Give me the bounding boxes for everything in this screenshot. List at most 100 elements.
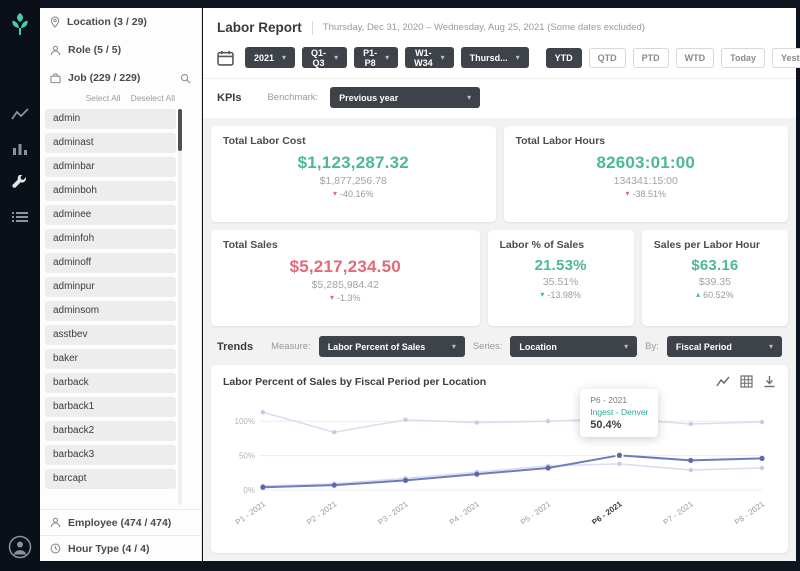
- trend-chart-svg[interactable]: 0%50%100%P1 - 2021P2 - 2021P3 - 2021P4 -…: [223, 396, 776, 524]
- job-item[interactable]: barback2: [45, 421, 176, 441]
- date-dropdown[interactable]: Q1-Q3▾: [302, 47, 347, 68]
- kpi-card-total-labor-hours: Total Labor Hours 82603:01:00 134341:15:…: [504, 126, 789, 222]
- date-dropdown[interactable]: 2021▾: [245, 47, 295, 68]
- kpi-delta: ▾ -38.51%: [625, 189, 666, 199]
- line-chart-nav-icon[interactable]: [9, 105, 31, 123]
- kpi-delta: ▾ -13.98%: [540, 290, 581, 300]
- job-item[interactable]: adminfoh: [45, 229, 176, 249]
- date-range-text: Thursday, Dec 31, 2020 – Wednesday, Aug …: [323, 22, 645, 33]
- kpi-value: $63.16: [691, 257, 738, 274]
- chevron-down-icon: ▾: [769, 342, 773, 351]
- chevron-down-icon: ▾: [385, 53, 389, 62]
- chart-table-view-icon[interactable]: [740, 375, 753, 388]
- bar-chart-nav-icon[interactable]: [10, 139, 30, 157]
- chart-download-icon[interactable]: [763, 375, 776, 388]
- period-toggle-ytd[interactable]: YTD: [546, 48, 582, 68]
- kpi-title: Labor % of Sales: [500, 239, 585, 251]
- job-item[interactable]: admin: [45, 109, 176, 129]
- chart-line-view-icon[interactable]: [716, 375, 730, 388]
- kpi-delta-text: -38.51%: [632, 189, 666, 199]
- trends-label: Trends: [217, 341, 253, 353]
- user-avatar-icon[interactable]: [8, 535, 32, 559]
- chevron-down-icon: ▾: [467, 93, 471, 102]
- job-item[interactable]: adminbar: [45, 157, 176, 177]
- measure-dropdown[interactable]: Labor Percent of Sales ▾: [319, 336, 465, 357]
- by-label: By:: [645, 341, 659, 352]
- calendar-icon[interactable]: [217, 50, 238, 66]
- kpi-card-total-labor-cost: Total Labor Cost $1,123,287.32 $1,877,25…: [211, 126, 496, 222]
- delta-arrow-icon: ▾: [540, 291, 544, 299]
- kpi-delta-text: -1.3%: [337, 293, 361, 303]
- kpi-benchmark-value: $39.35: [699, 276, 731, 288]
- select-all-link[interactable]: Select All: [86, 93, 121, 103]
- kpi-card-total-sales: Total Sales $5,217,234.50 $5,285,984.42 …: [211, 230, 480, 326]
- job-item[interactable]: asstbev: [45, 325, 176, 345]
- job-item[interactable]: adminpur: [45, 277, 176, 297]
- date-dropdown[interactable]: P1-P8▾: [354, 47, 398, 68]
- kpi-value: $1,123,287.32: [298, 153, 409, 173]
- job-item[interactable]: baker: [45, 349, 176, 369]
- by-dropdown[interactable]: Fiscal Period ▾: [667, 336, 782, 357]
- job-item[interactable]: barback: [45, 373, 176, 393]
- kpi-delta: ▾ -40.16%: [333, 189, 374, 199]
- date-dropdown[interactable]: W1-W34▾: [405, 47, 454, 68]
- kpi-delta: ▴ 60.52%: [696, 290, 734, 300]
- sidebar-section-role[interactable]: Role (5 / 5): [40, 36, 201, 64]
- series-dropdown[interactable]: Location ▾: [510, 336, 637, 357]
- list-nav-icon[interactable]: [10, 209, 30, 225]
- period-toggle-today[interactable]: Today: [721, 48, 765, 68]
- kpi-benchmark-value: $1,877,256.78: [320, 175, 387, 187]
- measure-value: Labor Percent of Sales: [328, 342, 426, 352]
- job-item[interactable]: adminee: [45, 205, 176, 225]
- rail-icon-group: [9, 105, 31, 225]
- chart-tooltip: P6 - 2021 Ingest - Denver 50.4%: [580, 389, 658, 437]
- date-filter-toolbar: 2021▾ Q1-Q3▾ P1-P8▾ W1-W34▾ Thursd...▾ YTD QT…: [203, 40, 796, 79]
- kpi-value: 82603:01:00: [596, 153, 695, 173]
- tooltip-series: Ingest - Denver: [590, 407, 648, 417]
- period-toggle-group: YTD QTD PTD WTD Today Yesterday: [546, 48, 800, 68]
- kpi-value: $5,217,234.50: [290, 257, 401, 277]
- kpi-delta-text: -40.16%: [340, 189, 374, 199]
- deselect-all-link[interactable]: Deselect All: [131, 93, 175, 103]
- kpis-label: KPIs: [217, 92, 241, 104]
- job-item[interactable]: adminsom: [45, 301, 176, 321]
- job-item[interactable]: barcapt: [45, 469, 176, 489]
- period-toggle-wtd[interactable]: WTD: [676, 48, 715, 68]
- job-item[interactable]: adminboh: [45, 181, 176, 201]
- section-label: Employee (474 / 474): [68, 517, 171, 529]
- svg-text:P8 - 2021: P8 - 2021: [733, 499, 767, 524]
- svg-text:P4 - 2021: P4 - 2021: [448, 499, 482, 524]
- section-label: Job (229 / 229): [68, 72, 173, 84]
- job-item[interactable]: adminoff: [45, 253, 176, 273]
- kpi-title: Total Labor Hours: [516, 135, 606, 147]
- report-body: Total Labor Cost $1,123,287.32 $1,877,25…: [203, 118, 796, 561]
- job-item[interactable]: barback1: [45, 397, 176, 417]
- clock-icon: [50, 543, 61, 554]
- sidebar-section-hour-type[interactable]: Hour Type (4 / 4): [40, 535, 201, 561]
- job-list-scrollbar[interactable]: [178, 109, 182, 505]
- search-icon[interactable]: [180, 73, 191, 84]
- delta-arrow-icon: ▾: [625, 190, 629, 198]
- sidebar-section-location[interactable]: Location (3 / 29): [40, 8, 201, 36]
- wrench-nav-icon[interactable]: [10, 173, 30, 193]
- briefcase-icon: [50, 73, 61, 84]
- benchmark-dropdown[interactable]: Previous year ▾: [330, 87, 480, 108]
- kpi-title: Sales per Labor Hour: [654, 239, 760, 251]
- benchmark-value: Previous year: [339, 93, 398, 103]
- nav-rail: [0, 0, 40, 571]
- period-toggle-qtd[interactable]: QTD: [589, 48, 626, 68]
- person-icon: [50, 45, 61, 56]
- date-dropdown[interactable]: Thursd...▾: [461, 47, 529, 68]
- job-item[interactable]: adminast: [45, 133, 176, 153]
- chart-actions: [716, 375, 776, 388]
- svg-text:P2 - 2021: P2 - 2021: [305, 499, 339, 524]
- period-toggle-yesterday[interactable]: Yesterday: [772, 48, 800, 68]
- sidebar-section-job[interactable]: Job (229 / 229): [40, 64, 201, 92]
- scrollbar-thumb[interactable]: [178, 109, 182, 151]
- job-item[interactable]: barback3: [45, 445, 176, 465]
- sidebar-section-employee[interactable]: Employee (474 / 474): [40, 509, 201, 535]
- period-toggle-ptd[interactable]: PTD: [633, 48, 669, 68]
- section-label: Role (5 / 5): [68, 44, 121, 56]
- section-label: Location (3 / 29): [67, 16, 147, 28]
- app-logo[interactable]: [9, 12, 31, 41]
